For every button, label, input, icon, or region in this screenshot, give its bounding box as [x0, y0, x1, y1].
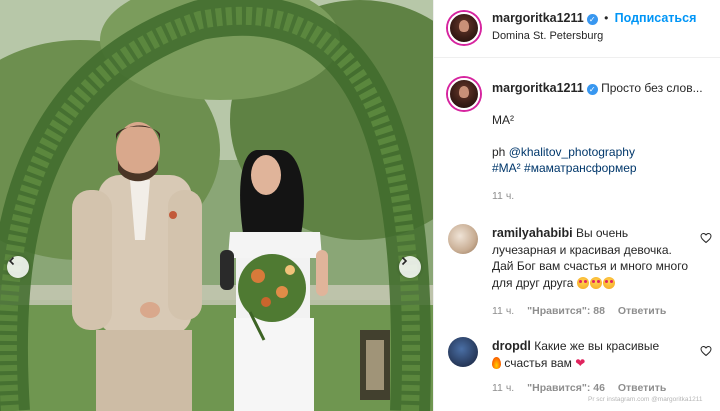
comment-timestamp: 11 ч.	[492, 382, 515, 394]
author-username[interactable]: margoritka1211	[492, 11, 584, 25]
post-sidebar: margoritka1211 ✓ • Подписаться Domina St.…	[433, 0, 720, 411]
post-location[interactable]: Domina St. Petersburg	[492, 30, 603, 42]
caption-author-avatar[interactable]	[448, 78, 480, 110]
commenter-avatar[interactable]	[448, 224, 478, 254]
photographer-mention-link[interactable]: @khalitov_photography	[509, 145, 635, 159]
caption-text: Просто без слов...	[601, 81, 703, 95]
comment-likes-count[interactable]: "Нравится": 46	[527, 382, 605, 394]
caption-ph-prefix: ph	[492, 145, 509, 159]
commenter-username[interactable]: dropdl	[492, 339, 531, 353]
reply-button[interactable]: Ответить	[618, 305, 667, 317]
verified-badge-icon: ✓	[586, 84, 598, 95]
caption-author-username[interactable]: margoritka1211	[492, 81, 584, 95]
comment-meta: 11 ч. "Нравится": 88 Ответить	[492, 305, 676, 317]
heart-eyes-emoji-icon	[602, 276, 615, 289]
comment-meta: 11 ч. "Нравится": 46 Ответить	[492, 382, 676, 394]
commenter-username[interactable]: ramilyahabibi	[492, 226, 573, 240]
heart-eyes-emoji-icon	[589, 276, 602, 289]
heart-emoji-icon: ❤	[575, 355, 586, 370]
previous-photo-button[interactable]	[7, 256, 29, 278]
chevron-right-icon	[401, 256, 408, 266]
caption-timestamp: 11 ч.	[492, 190, 515, 202]
next-photo-button[interactable]	[399, 256, 421, 278]
verified-badge-icon: ✓	[586, 14, 598, 25]
hashtag-ma-link[interactable]: #МА²	[492, 161, 521, 175]
screenshot-watermark: Pr scr instagram.com @margoritka1211	[588, 396, 703, 403]
heart-eyes-emoji-icon	[576, 276, 589, 289]
comment-likes-count[interactable]: "Нравится": 88	[527, 305, 605, 317]
caption-line-ma: МА²	[492, 113, 514, 127]
fire-emoji-icon	[492, 356, 501, 369]
hashtag-mamatransformer-link[interactable]: #маматрансформер	[524, 161, 637, 175]
chevron-left-icon	[8, 256, 15, 266]
commenter-avatar[interactable]	[448, 337, 478, 367]
like-comment-heart-icon[interactable]	[700, 345, 712, 357]
comment-text-line2: счастья вам	[504, 355, 572, 370]
comment-timestamp: 11 ч.	[492, 305, 515, 317]
reply-button[interactable]: Ответить	[618, 382, 667, 394]
wedding-photo-illustration	[0, 0, 433, 411]
author-avatar[interactable]	[448, 12, 480, 44]
follow-button[interactable]: Подписаться	[615, 11, 697, 25]
like-comment-heart-icon[interactable]	[700, 232, 712, 244]
post-header: margoritka1211 ✓ • Подписаться Domina St.…	[434, 0, 720, 58]
comment-text: Какие же вы красивые	[534, 339, 660, 353]
post-photo[interactable]	[0, 0, 433, 411]
separator-dot: •	[604, 11, 609, 25]
